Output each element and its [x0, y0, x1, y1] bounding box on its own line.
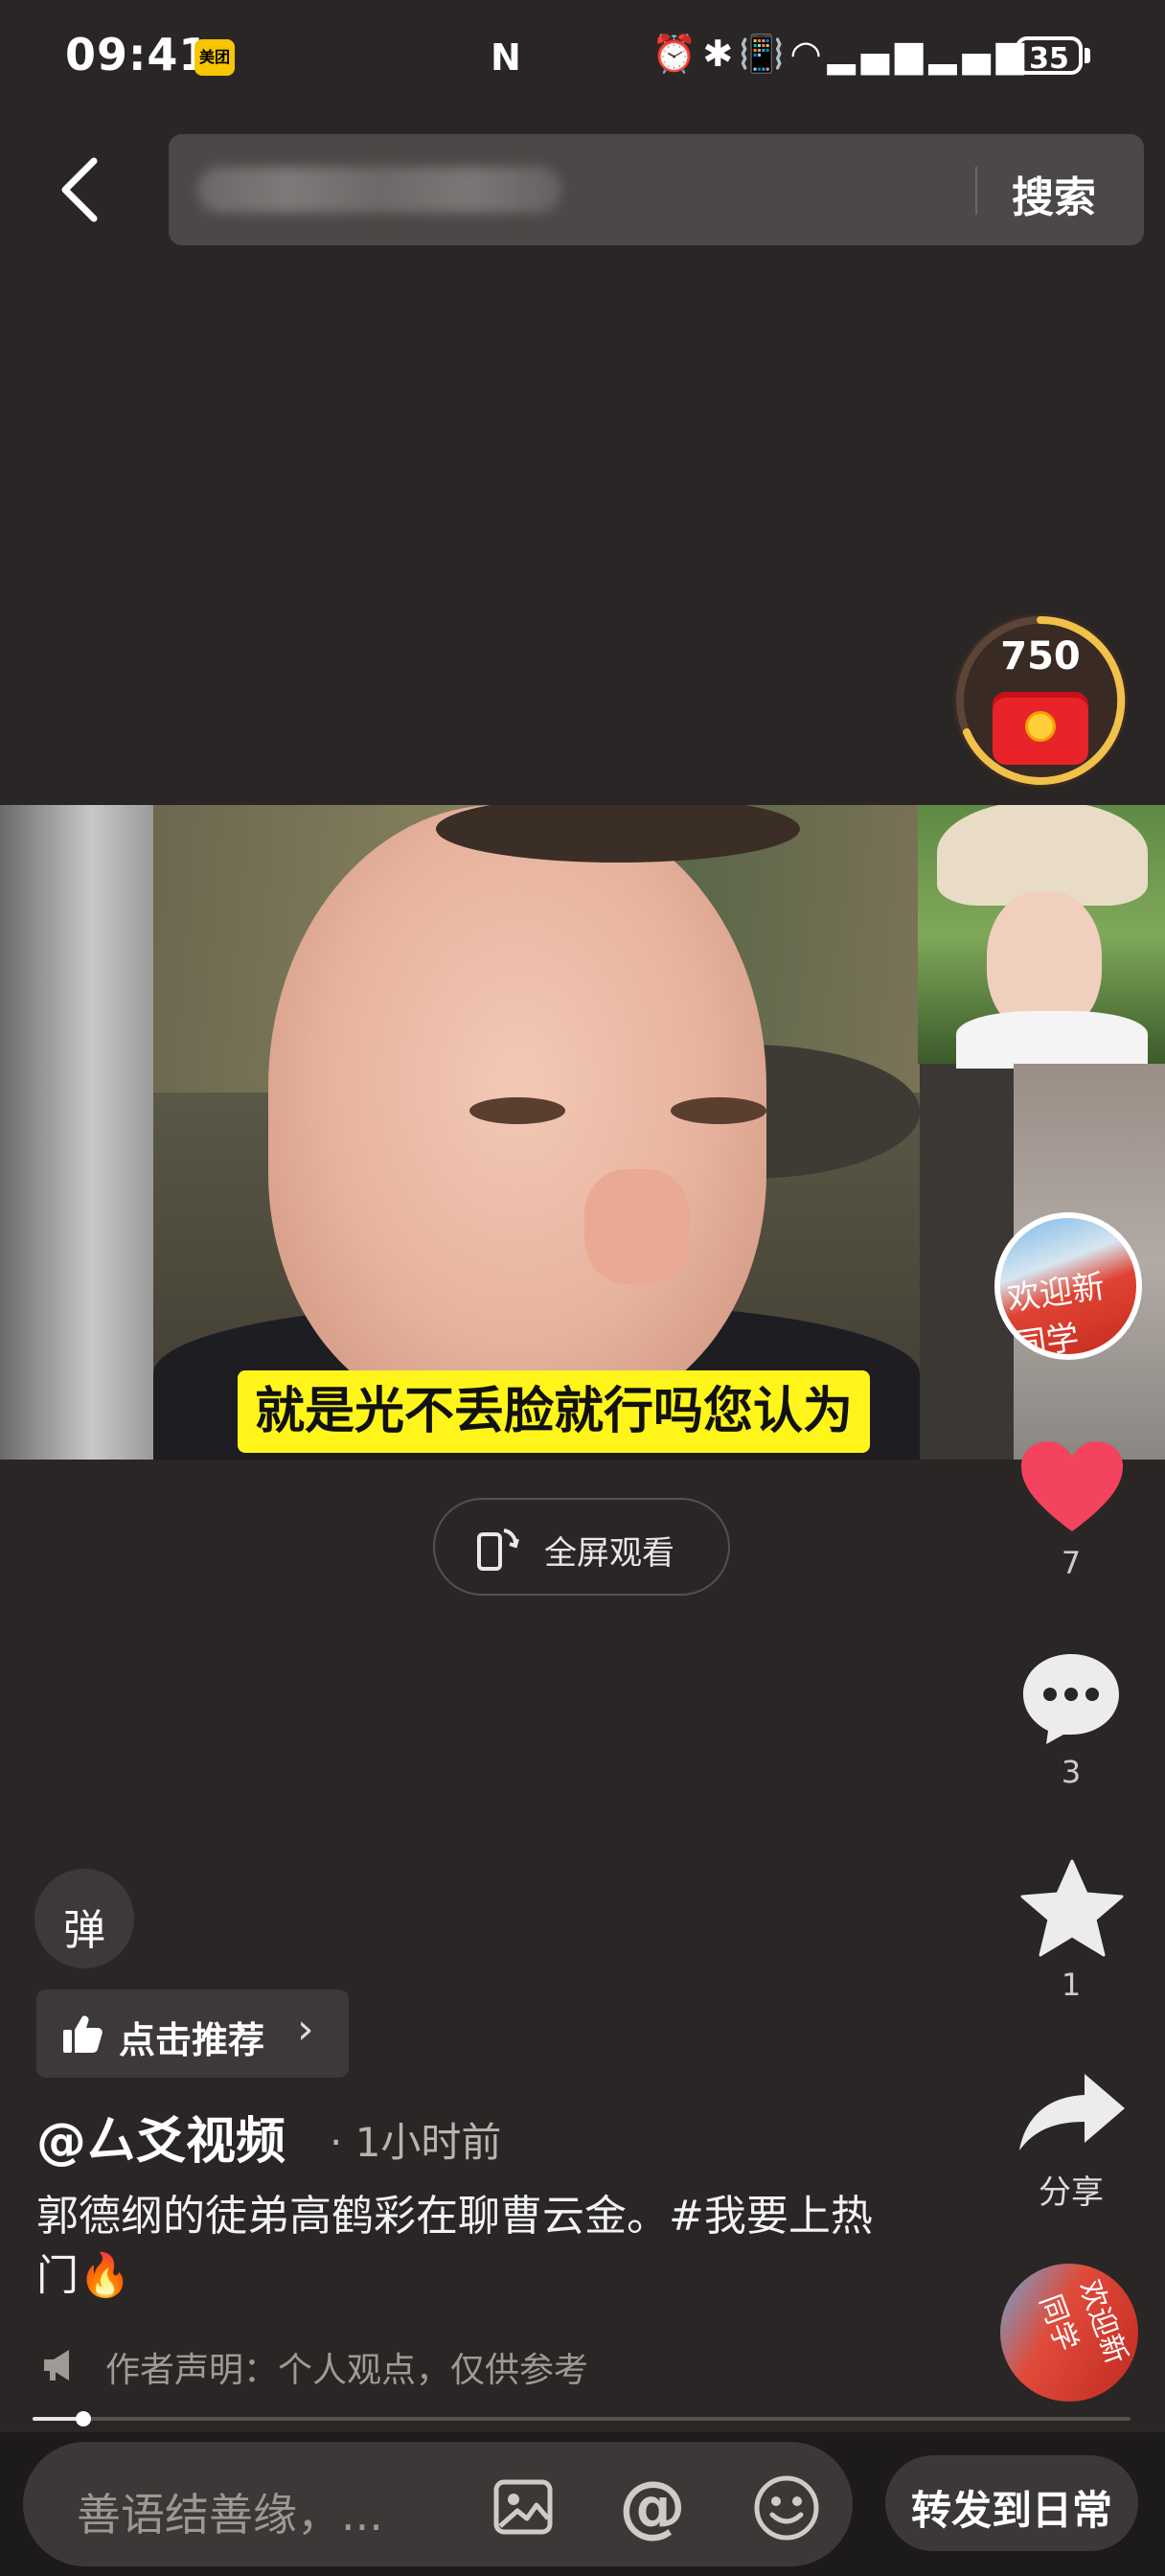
video-person-eye-left	[469, 1097, 565, 1124]
video-caption: 就是光不丢脸就行吗您认为	[238, 1370, 871, 1453]
comment-input[interactable]: 善语结善缘，... @	[23, 2442, 853, 2566]
chevron-right-icon: ›	[297, 2005, 314, 2054]
share-arrow-icon[interactable]	[1017, 2070, 1127, 2152]
search-divider	[975, 167, 977, 215]
video-inset-person	[918, 805, 1165, 1069]
forward-label: 转发到日常	[910, 2487, 1112, 2534]
battery-tip	[1085, 48, 1090, 63]
red-packet-icon	[993, 692, 1088, 765]
fullscreen-button[interactable]: 全屏观看	[433, 1498, 730, 1596]
video-person-head	[268, 805, 800, 1418]
nfc-icon: N	[491, 36, 521, 79]
at-mention-icon[interactable]: @	[619, 2467, 686, 2545]
battery-icon: 35	[1016, 36, 1083, 76]
comment-count: 3	[1061, 1754, 1082, 1790]
megaphone-icon	[44, 2350, 69, 2380]
chevron-left-icon	[61, 157, 98, 222]
video-player[interactable]: 就是光不丢脸就行吗您认为	[0, 805, 1165, 1460]
video-main-frame	[153, 805, 920, 1460]
music-avatar-text: 欢迎新同学	[1004, 1267, 1108, 1360]
back-button[interactable]	[52, 153, 109, 226]
like-count: 7	[1061, 1545, 1082, 1581]
video-left-panel	[0, 805, 153, 1460]
comment-icon[interactable]	[1021, 1650, 1121, 1746]
signal-icon: ▂▄▆	[827, 33, 929, 75]
vibrate-icon: 📳	[739, 33, 790, 75]
video-progress-bar[interactable]	[33, 2411, 1131, 2426]
forward-button[interactable]: 转发到日常	[885, 2455, 1138, 2551]
heart-icon[interactable]	[1019, 1439, 1125, 1535]
status-bar: 09:41 美团 N ⏰✱📳◠▂▄▆▂▄▆ 35	[0, 0, 1165, 115]
post-description: 郭德纲的徒弟高鹤彩在聊曹云金。#我要上热门🔥	[36, 2192, 873, 2300]
music-disc-text: 欢迎新同学	[1032, 2275, 1133, 2369]
recommend-button[interactable]: 点击推荐 ›	[36, 1990, 349, 2078]
author-name[interactable]: @厶爻视频	[36, 2101, 286, 2173]
image-icon[interactable]	[492, 2476, 554, 2538]
author-disclaimer: 作者声明：个人观点，仅供参考	[105, 2351, 589, 2390]
meituan-badge-icon: 美团	[194, 39, 235, 76]
recommend-label: 点击推荐	[119, 2019, 265, 2061]
video-person-eye-right	[671, 1097, 766, 1124]
inset-shirt	[956, 1011, 1148, 1069]
alarm-icon: ⏰	[651, 33, 703, 75]
bottom-bar: 善语结善缘，... @ 转发到日常	[0, 2432, 1165, 2576]
search-input[interactable]: 搜索	[169, 134, 1144, 245]
post-time: · 1小时前	[330, 2119, 502, 2166]
rotate-screen-icon	[477, 1529, 519, 1571]
video-person-nose	[584, 1169, 690, 1284]
danmaku-label: 弹	[63, 1906, 105, 1955]
video-progress-handle[interactable]	[76, 2411, 91, 2426]
danmaku-toggle-button[interactable]: 弹	[34, 1869, 134, 1968]
music-disc-icon[interactable]: 欢迎新同学	[1000, 2264, 1138, 2402]
star-icon[interactable]	[1019, 1859, 1125, 1959]
comment-placeholder: 善语结善缘，...	[77, 2489, 383, 2541]
thumbs-up-icon	[63, 2015, 103, 2053]
system-status-icons: ⏰✱📳◠▂▄▆▂▄▆	[651, 33, 1030, 76]
status-time: 09:41	[65, 29, 211, 80]
search-query-blurred	[197, 167, 561, 213]
bluetooth-icon: ✱	[702, 33, 740, 75]
music-avatar[interactable]: 欢迎新同学	[994, 1212, 1142, 1360]
coin-icon	[1025, 711, 1056, 742]
share-label: 分享	[1039, 2174, 1104, 2212]
search-button[interactable]: 搜索	[1012, 163, 1096, 224]
red-packet-widget[interactable]: 750	[953, 613, 1128, 788]
emoji-icon[interactable]	[753, 2474, 820, 2542]
favorite-count: 1	[1061, 1966, 1082, 2003]
red-packet-count: 750	[1000, 634, 1081, 678]
fullscreen-label: 全屏观看	[544, 1534, 674, 1573]
wifi-icon: ◠	[789, 33, 828, 75]
